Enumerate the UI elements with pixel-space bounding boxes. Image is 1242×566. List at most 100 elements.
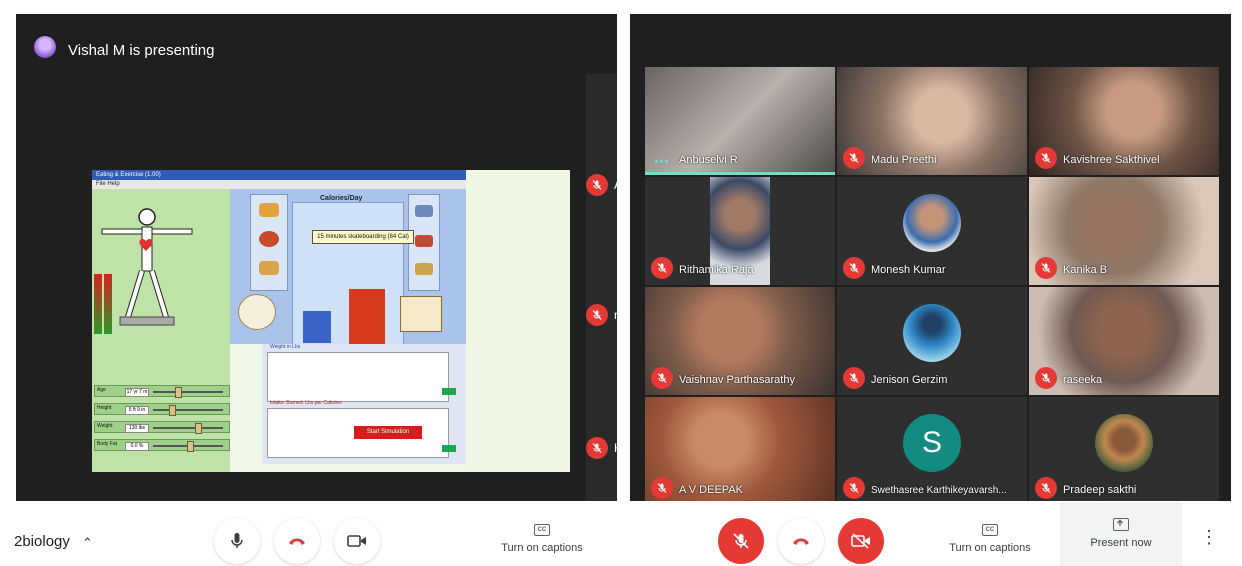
mic-off-icon (843, 367, 865, 389)
participant-name: raseeka (1063, 374, 1103, 386)
present-screen-icon (1113, 518, 1129, 531)
exercise-icon[interactable] (415, 235, 433, 247)
more-options-icon[interactable]: ⋮ (1200, 528, 1218, 546)
leave-call-button[interactable] (274, 518, 320, 564)
calorie-chart (292, 202, 404, 354)
mic-off-icon (586, 304, 608, 326)
participant-tile[interactable]: Rithamika Raja (645, 177, 835, 285)
video-feed (1029, 177, 1219, 285)
sim-bodyfat-value[interactable]: 0.0 % (125, 442, 149, 451)
graph2-label: Intake: Burned: Lbs per Calories (270, 400, 342, 406)
mic-off-icon (651, 367, 673, 389)
video-feed (1029, 287, 1219, 395)
participant-name: Madu Preethi (871, 154, 937, 166)
present-now-button[interactable]: Present now (1060, 518, 1182, 549)
reset-button[interactable] (442, 445, 456, 452)
participant-name: Rithamika Raja (679, 264, 754, 276)
sim-weight-row[interactable]: Weight 130 lbs (94, 421, 230, 434)
meeting-code[interactable]: 2biology (14, 533, 70, 550)
sim-height-row[interactable]: Height 5 ft 9 in (94, 403, 230, 416)
participant-name: ras (614, 308, 617, 322)
slider-track (153, 409, 223, 411)
participant-tile[interactable]: Kanika B (1029, 177, 1219, 285)
sim-age-value[interactable]: 17 yr 7 m (125, 388, 149, 397)
camera-button[interactable] (838, 518, 884, 564)
sim-bodyfat-label: Body Fat (97, 441, 118, 447)
participant-tile[interactable]: A V DEEPAK (645, 397, 835, 501)
food-column (250, 194, 288, 291)
participant-name: Anbuselvi R (679, 154, 738, 166)
captions-button[interactable]: CC Turn on captions (945, 524, 1035, 554)
mic-off-icon (1035, 367, 1057, 389)
calorie-bar (303, 311, 331, 343)
start-simulation-button[interactable]: Start Simulation (354, 426, 422, 439)
exercise-icon[interactable] (415, 263, 433, 275)
participant-avatar (903, 304, 961, 363)
shared-screen: Eating & Exercise (1.00) File Help Age 1… (92, 170, 570, 472)
participant-tile[interactable]: Ka (586, 437, 617, 459)
participant-avatar: S (903, 414, 961, 473)
sim-weight-value[interactable]: 130 lbs (125, 424, 149, 433)
food-icon[interactable] (259, 203, 279, 217)
participant-avatar (903, 194, 961, 253)
presenting-banner: Vishal M is presenting (68, 42, 215, 59)
present-now-label: Present now (1090, 537, 1152, 549)
mic-off-icon (1035, 477, 1057, 499)
reset-button[interactable] (442, 388, 456, 395)
food-icon[interactable] (259, 261, 279, 275)
participant-tile[interactable]: Monesh Kumar (837, 177, 1027, 285)
muscle-gauge (104, 274, 112, 334)
slider-knob[interactable] (195, 423, 202, 434)
participant-tile[interactable]: Vaishnav Parthasarathy (645, 287, 835, 395)
food-icon[interactable] (259, 231, 279, 247)
mic-off-icon (651, 257, 673, 279)
hang-up-icon (289, 538, 305, 545)
participant-name: Jenison Gerzim (871, 374, 948, 386)
video-feed (645, 67, 835, 175)
mic-off-icon (733, 533, 749, 549)
slider-knob[interactable] (169, 405, 176, 416)
participant-tile[interactable]: Anbuselvi R (645, 67, 835, 175)
chevron-up-icon[interactable]: ⌃ (82, 535, 93, 551)
camera-button[interactable] (334, 518, 380, 564)
exercise-icon[interactable] (415, 205, 433, 217)
participant-name: A V (614, 178, 617, 192)
participant-name: Vaishnav Parthasarathy (679, 374, 795, 386)
speaking-indicator-icon (655, 160, 668, 163)
participant-tile[interactable]: Pradeep sakthi (1029, 397, 1219, 501)
captions-icon: CC (982, 524, 998, 536)
participant-name: Monesh Kumar (871, 264, 946, 276)
fat-gauge (94, 274, 102, 334)
participant-tile[interactable]: Jenison Gerzim (837, 287, 1027, 395)
sim-body-panel: Age 17 yr 7 m Height 5 ft 9 in Weight 13… (92, 189, 230, 472)
participant-tile[interactable]: raseeka (1029, 287, 1219, 395)
mic-button[interactable] (214, 518, 260, 564)
mic-off-icon (586, 437, 608, 459)
mic-button[interactable] (718, 518, 764, 564)
sim-window-title: Eating & Exercise (1.00) (92, 170, 466, 180)
active-speaker-border (645, 172, 835, 175)
slider-knob[interactable] (175, 387, 182, 398)
captions-button[interactable]: CC Turn on captions (497, 524, 587, 554)
sim-age-row[interactable]: Age 17 yr 7 m (94, 385, 230, 398)
participant-tile[interactable]: ras (586, 304, 617, 326)
camera-off-icon (851, 533, 870, 549)
participant-tile[interactable]: Madu Preethi (837, 67, 1027, 175)
sim-height-value[interactable]: 5 ft 9 in (125, 406, 149, 415)
mic-off-icon (843, 257, 865, 279)
mic-off-icon (843, 147, 865, 169)
sim-menu-bar: File Help (92, 180, 466, 189)
mic-icon (231, 533, 243, 548)
participant-name: A V DEEPAK (679, 484, 743, 496)
leave-call-button[interactable] (778, 518, 824, 564)
participant-tile[interactable]: Kavishree Sakthivel (1029, 67, 1219, 175)
captions-label: Turn on captions (501, 542, 583, 554)
slider-track (153, 427, 223, 429)
participant-tile[interactable]: A V (586, 174, 617, 196)
participant-strip: A V ras Ka (586, 74, 617, 501)
slider-knob[interactable] (187, 441, 194, 452)
participant-tile[interactable]: S Swethasree Karthikeyavarsh... (837, 397, 1027, 501)
presenter-avatar (34, 36, 56, 58)
sim-bodyfat-row[interactable]: Body Fat 0.0 % (94, 439, 230, 452)
mic-off-icon (843, 477, 865, 499)
